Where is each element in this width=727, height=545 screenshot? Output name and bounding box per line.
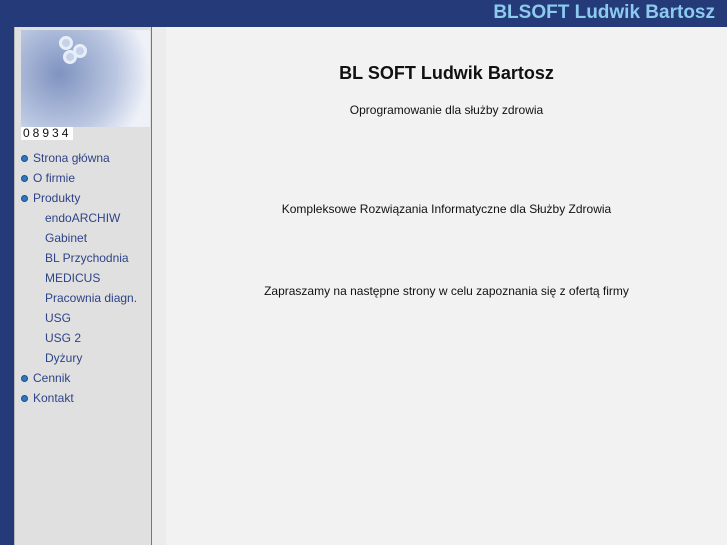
main-content: BL SOFT Ludwik Bartosz Oprogramowanie dl… [152, 27, 727, 545]
page-subtitle: Oprogramowanie dla służby zdrowia [349, 103, 544, 117]
nav-item-label: Dyżury [45, 351, 83, 365]
nav-item[interactable]: Cennik [21, 368, 137, 388]
bullet-icon [21, 395, 28, 402]
header-photo [21, 30, 150, 127]
nav-item[interactable]: Dyżury [21, 348, 137, 368]
invite-text: Zapraszamy na następne strony w celu zap… [264, 284, 629, 298]
nav-item-label: endoARCHIW [45, 211, 121, 225]
nav-item[interactable]: Produkty [21, 188, 137, 208]
nav-item-label: USG 2 [45, 331, 82, 345]
nav-item-label: Strona główna [33, 151, 110, 165]
tagline: Kompleksowe Rozwiązania Informatyczne dl… [281, 202, 612, 216]
nav-item[interactable]: endoARCHIW [21, 208, 137, 228]
nav-item[interactable]: MEDICUS [21, 268, 137, 288]
nav-item-label: MEDICUS [45, 271, 101, 285]
sidebar: 08934 Strona główna O firmie Produkty endoA… [14, 27, 152, 545]
nav-item-label: Pracownia diagn. [45, 291, 138, 305]
nav-item[interactable]: O firmie [21, 168, 137, 188]
nav-item-label: Produkty [33, 191, 81, 205]
visit-counter: 08934 [21, 126, 74, 140]
nav-menu: Strona główna O firmie Produkty endoARCHIW G… [21, 148, 137, 408]
site-title: BLSOFT Ludwik Bartosz [493, 2, 715, 23]
nav-item-label: Gabinet [45, 231, 88, 245]
bullet-icon [21, 155, 28, 162]
nav-item-label: O firmie [33, 171, 75, 185]
nav-item[interactable]: Gabinet [21, 228, 137, 248]
nav-item-label: Cennik [33, 371, 71, 385]
page-title: BL SOFT Ludwik Bartosz [339, 63, 554, 83]
nav-item-label: Kontakt [33, 391, 74, 405]
nav-item[interactable]: Strona główna [21, 148, 137, 168]
nav-item[interactable]: Pracownia diagn. [21, 288, 137, 308]
bullet-icon [21, 375, 28, 382]
header: BLSOFT Ludwik Bartosz [0, 0, 727, 27]
nav-item-label: USG [45, 311, 72, 325]
nav-item[interactable]: USG [21, 308, 137, 328]
bullet-icon [21, 175, 28, 182]
nav-item-label: BL Przychodnia [45, 251, 129, 265]
nav-item[interactable]: Kontakt [21, 388, 137, 408]
nav-item[interactable]: USG 2 [21, 328, 137, 348]
nav-item[interactable]: BL Przychodnia [21, 248, 137, 268]
bullet-icon [21, 195, 28, 202]
